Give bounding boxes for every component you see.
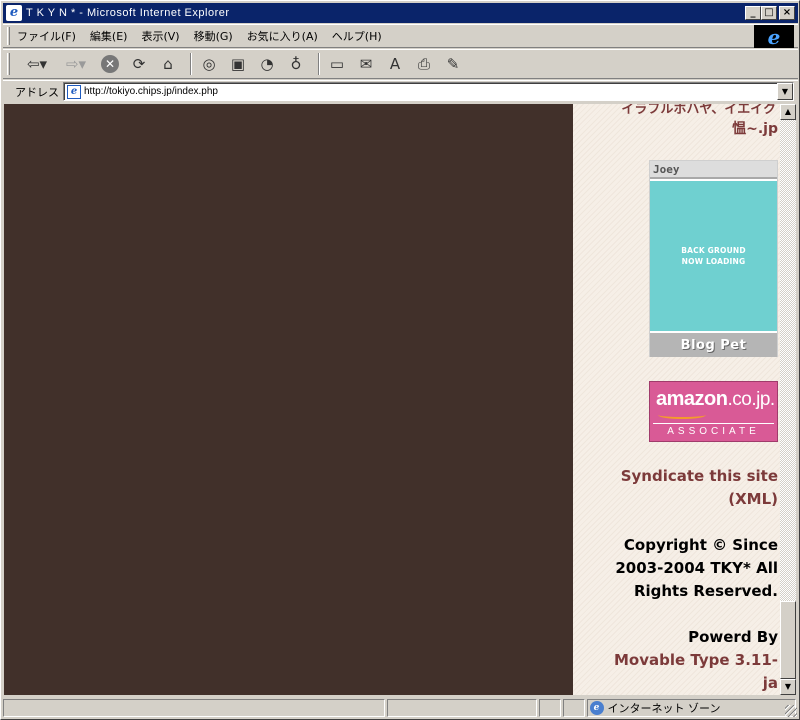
status-pane-4 bbox=[562, 698, 585, 717]
movable-type-link-cont[interactable]: ja bbox=[763, 672, 778, 695]
scroll-down-button[interactable]: ▼ bbox=[780, 679, 796, 695]
status-text-pane bbox=[3, 698, 386, 717]
blogpet-line1: BACK GROUND bbox=[681, 246, 746, 255]
search-icon[interactable]: ◎ bbox=[197, 53, 221, 75]
address-bar: アドレス e http://tokiyo.chips.jp/index.php … bbox=[3, 80, 798, 102]
main-content-area bbox=[4, 104, 573, 695]
ie-throbber-logo: e bbox=[754, 25, 794, 48]
resize-grip[interactable] bbox=[785, 705, 797, 717]
page-content[interactable]: イラフルホハヤ、イエイク 愠~.jp Joey BACK GROUND NOW … bbox=[4, 104, 780, 695]
address-dropdown-button[interactable]: ▼ bbox=[777, 83, 793, 100]
refresh-icon[interactable]: ⟳ bbox=[127, 53, 151, 75]
status-bar: e インターネット ゾーン bbox=[3, 697, 798, 718]
toolbar-separator bbox=[318, 53, 320, 75]
zone-label: インターネット ゾーン bbox=[607, 701, 721, 715]
title-bar: e T K Y N * - Microsoft Internet Explore… bbox=[3, 3, 798, 23]
address-url[interactable]: http://tokiyo.chips.jp/index.php bbox=[84, 86, 218, 97]
movable-type-link[interactable]: Movable Type 3.11- bbox=[614, 649, 778, 672]
channels-icon[interactable]: ♁ bbox=[284, 53, 308, 75]
blogpet-logo[interactable]: Blog Pet bbox=[650, 333, 777, 357]
sidebar: イラフルホハヤ、イエイク 愠~.jp Joey BACK GROUND NOW … bbox=[573, 104, 780, 695]
blogpet-header: Joey bbox=[650, 161, 777, 179]
sidebar-link-jp[interactable]: 愠~.jp bbox=[732, 118, 778, 138]
blogpet-line2: NOW LOADING bbox=[681, 257, 746, 266]
menu-go[interactable]: 移動(G) bbox=[187, 28, 240, 44]
font-icon[interactable]: A bbox=[383, 53, 407, 75]
menu-favorites[interactable]: お気に入り(A) bbox=[240, 28, 325, 44]
mail-icon[interactable]: ✉ bbox=[354, 53, 378, 75]
window-controls: _ □ × bbox=[745, 6, 795, 20]
stop-icon[interactable]: ✕ bbox=[98, 53, 122, 75]
browser-window: e T K Y N * - Microsoft Internet Explore… bbox=[0, 0, 800, 720]
menu-view[interactable]: 表示(V) bbox=[134, 28, 186, 44]
amazon-divider bbox=[653, 423, 774, 424]
scroll-up-button[interactable]: ▲ bbox=[780, 104, 796, 120]
address-input[interactable]: e http://tokiyo.chips.jp/index.php ▼ bbox=[63, 82, 794, 101]
window-title: T K Y N * - Microsoft Internet Explorer bbox=[26, 7, 230, 19]
blogpet-screen[interactable]: BACK GROUND NOW LOADING bbox=[650, 181, 777, 331]
blogpet-widget[interactable]: Joey BACK GROUND NOW LOADING Blog Pet bbox=[649, 160, 778, 357]
home-icon[interactable]: ⌂ bbox=[156, 53, 180, 75]
address-label: アドレス bbox=[15, 85, 59, 99]
menu-file[interactable]: ファイル(F) bbox=[10, 28, 83, 44]
minimize-button[interactable]: _ bbox=[745, 6, 761, 20]
toolbar-separator bbox=[190, 53, 192, 75]
maximize-button[interactable]: □ bbox=[761, 6, 777, 20]
standard-toolbar: ⇦▾ ⇨▾ ✕ ⟳ ⌂ ◎ ▣ ◔ ♁ ▭ ✉ A ⎙ ✎ bbox=[3, 49, 798, 79]
amazon-logo-suffix: .co.jp. bbox=[727, 389, 775, 410]
close-button[interactable]: × bbox=[779, 6, 795, 20]
internet-zone-icon: e bbox=[589, 700, 604, 715]
history-icon[interactable]: ◔ bbox=[255, 53, 279, 75]
status-pane-3 bbox=[538, 698, 561, 717]
fullscreen-icon[interactable]: ▭ bbox=[325, 53, 349, 75]
favorites-icon[interactable]: ▣ bbox=[226, 53, 250, 75]
forward-icon[interactable]: ⇨▾ bbox=[59, 53, 93, 75]
back-icon[interactable]: ⇦▾ bbox=[20, 53, 54, 75]
ie-icon: e bbox=[6, 5, 22, 21]
menu-bar: ファイル(F) 編集(E) 表示(V) 移動(G) お気に入り(A) ヘルプ(H… bbox=[3, 24, 798, 48]
amazon-associate-banner[interactable]: amazon.co.jp. ASSOCIATE bbox=[649, 381, 778, 442]
menu-edit[interactable]: 編集(E) bbox=[83, 28, 135, 44]
status-pane-2 bbox=[387, 698, 537, 717]
copyright-line-3: Rights Reserved. bbox=[633, 582, 778, 600]
toolbar-grip[interactable] bbox=[7, 53, 10, 75]
security-zone-pane: e インターネット ゾーン bbox=[586, 698, 797, 717]
print-icon[interactable]: ⎙ bbox=[412, 53, 436, 75]
syndicate-xml-link[interactable]: (XML) bbox=[728, 488, 778, 511]
scroll-thumb[interactable] bbox=[780, 601, 796, 679]
copyright-line-1: Copyright © Since bbox=[623, 536, 778, 554]
amazon-logo-text: amazon bbox=[656, 388, 728, 410]
edit-icon[interactable]: ✎ bbox=[441, 53, 465, 75]
vertical-scrollbar[interactable]: ▲ ▼ bbox=[780, 104, 796, 695]
clipped-sidebar-text: イラフルホハヤ、イエイク bbox=[621, 104, 776, 117]
copyright-line-2: 2003-2004 TKY* All bbox=[615, 559, 778, 577]
amazon-logo: amazon.co.jp. bbox=[656, 388, 775, 411]
powered-by-label: Powerd By bbox=[688, 628, 778, 646]
amazon-smile-icon bbox=[658, 411, 706, 419]
page-icon: e bbox=[67, 84, 81, 99]
syndicate-link[interactable]: Syndicate this site bbox=[621, 465, 778, 488]
amazon-associate-label: ASSOCIATE bbox=[667, 426, 760, 437]
menu-help[interactable]: ヘルプ(H) bbox=[325, 28, 389, 44]
